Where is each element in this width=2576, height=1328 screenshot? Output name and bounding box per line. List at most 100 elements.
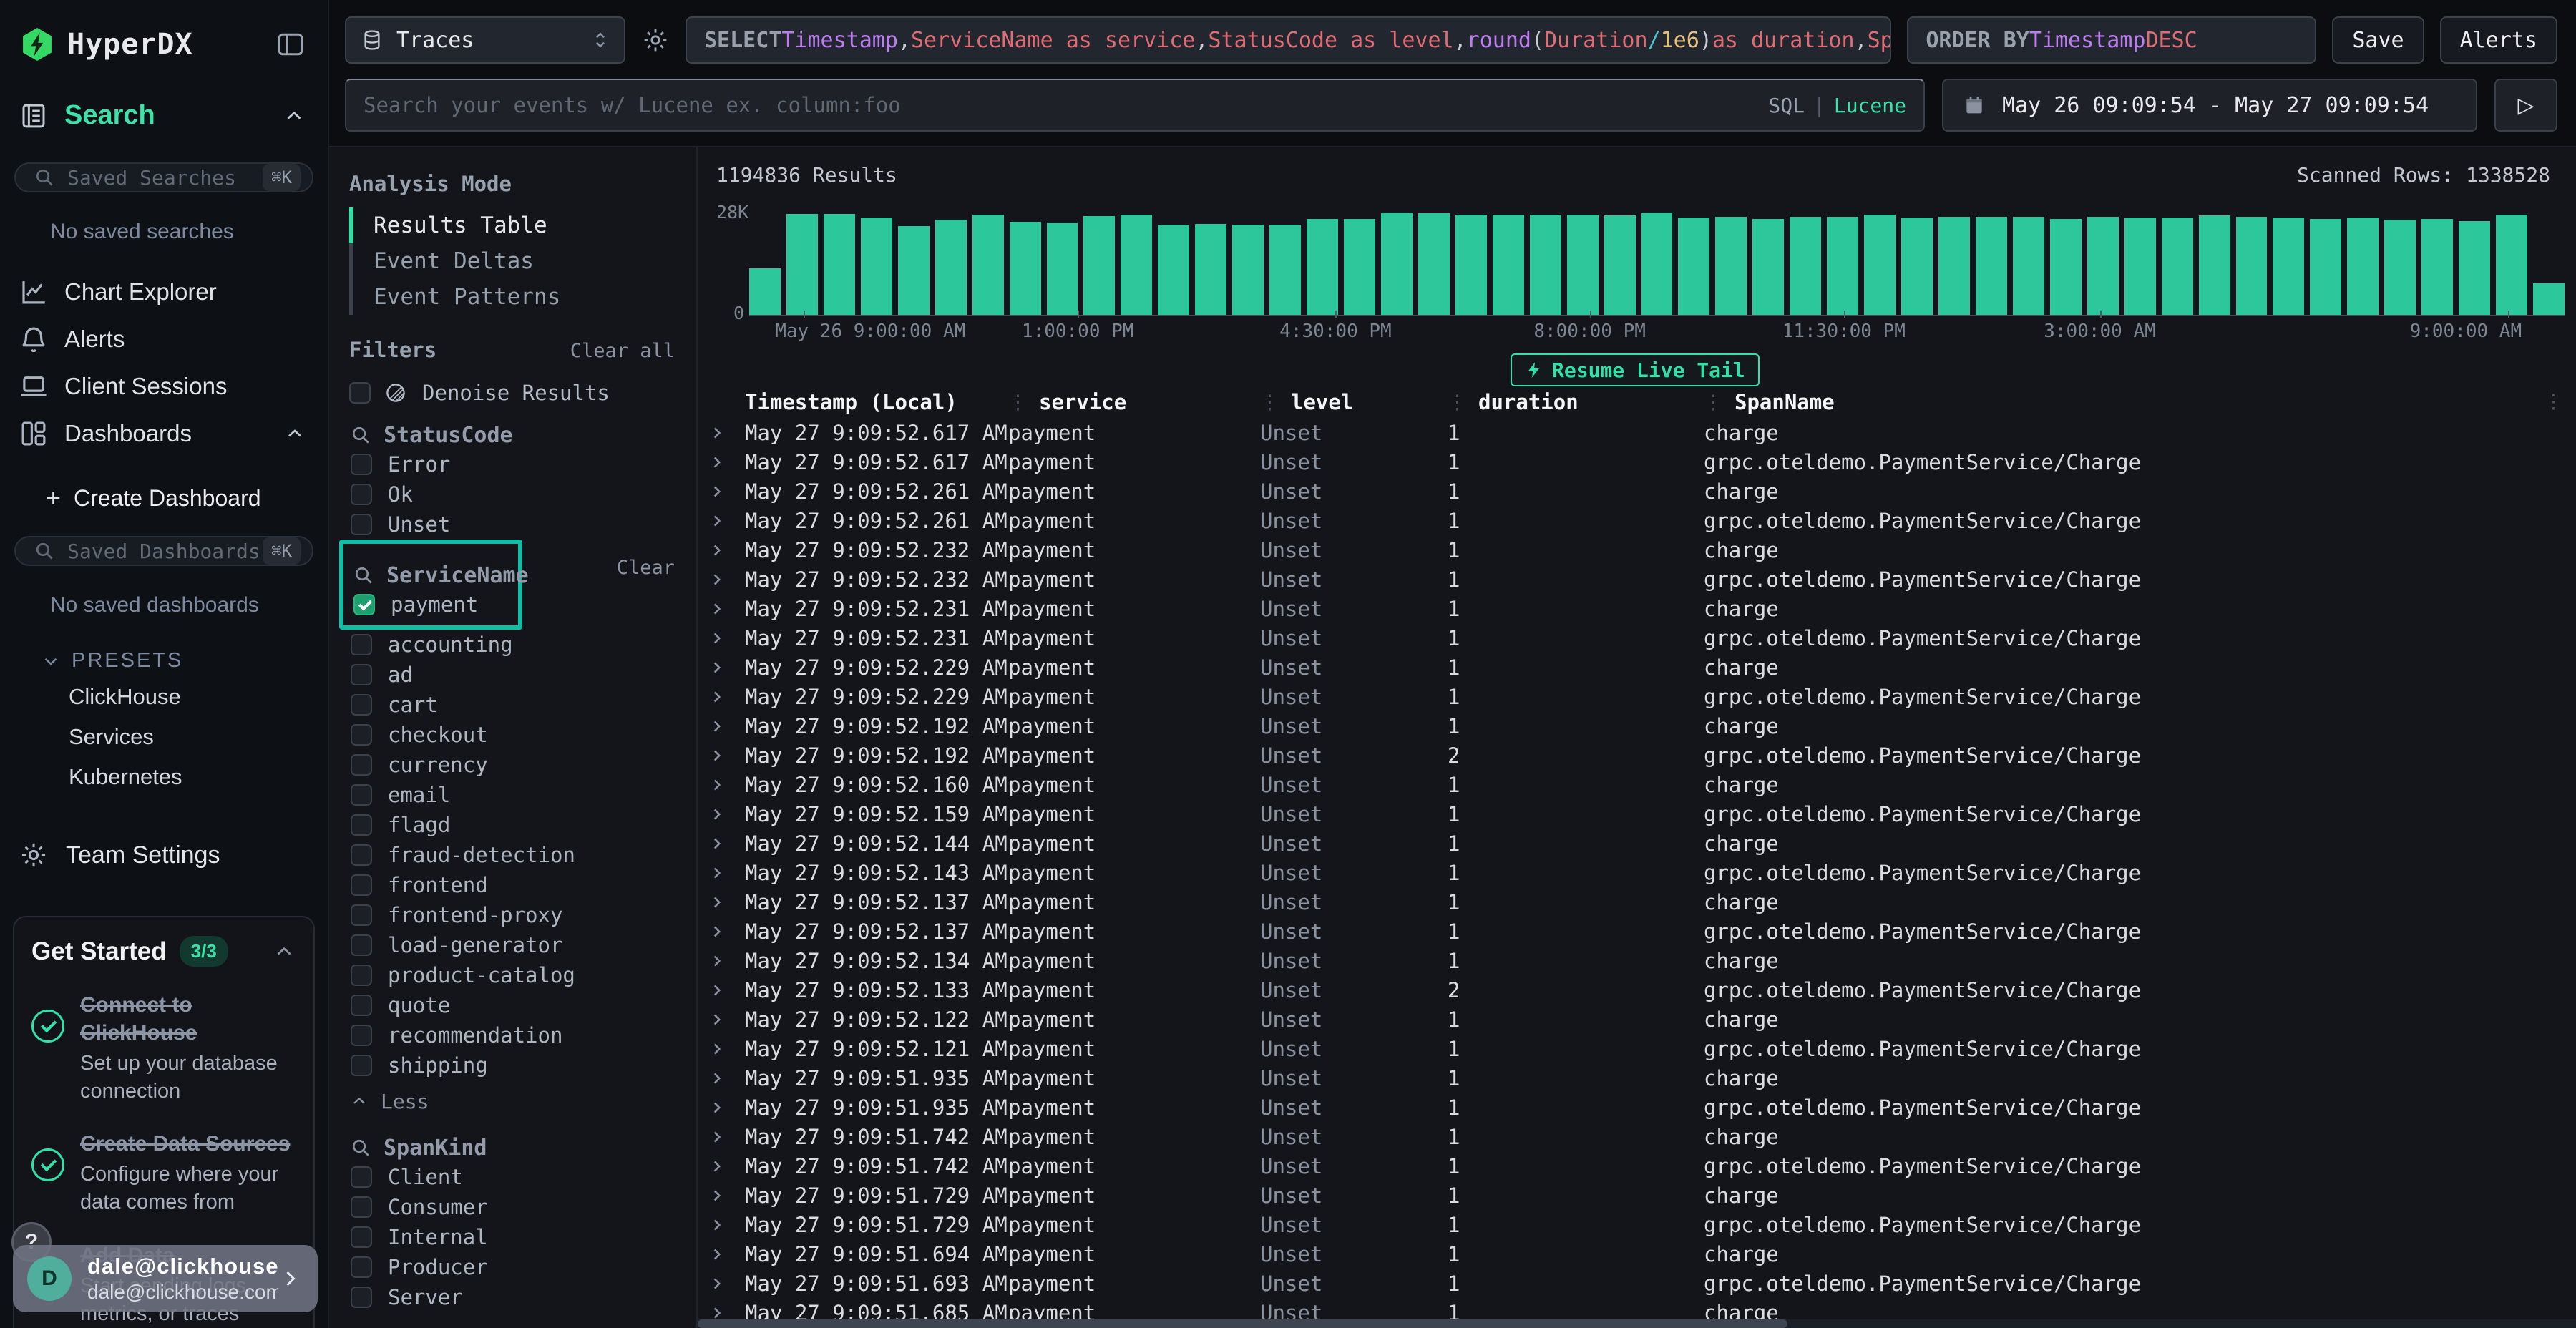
row-expand-chevron-icon[interactable] xyxy=(708,424,745,442)
presets-toggle[interactable]: PRESETS xyxy=(40,649,328,673)
filter-option-Server[interactable]: Server xyxy=(349,1282,675,1312)
column-header-timestamp-local-[interactable]: Timestamp (Local) xyxy=(745,390,1008,414)
chevron-up-icon[interactable] xyxy=(272,939,296,964)
table-row[interactable]: May 27 9:09:51.935 AM payment Unset 1 gr… xyxy=(698,1093,2576,1122)
row-expand-chevron-icon[interactable] xyxy=(708,482,745,501)
get-started-item[interactable]: Create Data Sources Configure where your… xyxy=(31,1130,296,1216)
preset-item-clickhouse[interactable]: ClickHouse xyxy=(69,684,328,713)
checkbox[interactable] xyxy=(351,1286,372,1308)
filter-option-frontend[interactable]: frontend xyxy=(349,870,675,900)
row-expand-chevron-icon[interactable] xyxy=(708,629,745,648)
row-expand-chevron-icon[interactable] xyxy=(708,1157,745,1176)
filter-option-fraud-detection[interactable]: fraud-detection xyxy=(349,840,675,870)
row-expand-chevron-icon[interactable] xyxy=(708,864,745,882)
checkbox[interactable] xyxy=(351,1166,372,1188)
table-row[interactable]: May 27 9:09:52.134 AM payment Unset 1 ch… xyxy=(698,946,2576,975)
checkbox[interactable] xyxy=(351,514,372,535)
save-button[interactable]: Save xyxy=(2332,16,2424,64)
checkbox[interactable] xyxy=(351,1025,372,1046)
filter-option-Error[interactable]: Error xyxy=(349,449,675,479)
filter-option-currency[interactable]: currency xyxy=(349,750,675,780)
sql-select-editor[interactable]: SELECT Timestamp, ServiceName as service… xyxy=(686,16,1891,64)
filter-option-email[interactable]: email xyxy=(349,780,675,810)
sidebar-item-search[interactable]: Search xyxy=(19,100,306,131)
column-header-spanname[interactable]: ⋮SpanName xyxy=(1704,390,2576,414)
row-expand-chevron-icon[interactable] xyxy=(708,1128,745,1146)
lucene-search-input[interactable]: Search your events w/ Lucene ex. column:… xyxy=(345,79,1925,132)
table-row[interactable]: May 27 9:09:51.694 AM payment Unset 1 ch… xyxy=(698,1239,2576,1269)
checkbox[interactable] xyxy=(351,1226,372,1248)
row-expand-chevron-icon[interactable] xyxy=(708,1069,745,1088)
table-row[interactable]: May 27 9:09:51.729 AM payment Unset 1 ch… xyxy=(698,1181,2576,1210)
column-header-service[interactable]: ⋮service xyxy=(1008,390,1260,414)
filter-option-Internal[interactable]: Internal xyxy=(349,1222,675,1252)
checkbox[interactable] xyxy=(351,844,372,866)
table-row[interactable]: May 27 9:09:52.159 AM payment Unset 1 gr… xyxy=(698,799,2576,829)
row-expand-chevron-icon[interactable] xyxy=(708,952,745,970)
table-row[interactable]: May 27 9:09:52.261 AM payment Unset 1 gr… xyxy=(698,506,2576,535)
row-expand-chevron-icon[interactable] xyxy=(708,512,745,530)
table-row[interactable]: May 27 9:09:52.192 AM payment Unset 1 ch… xyxy=(698,711,2576,741)
row-expand-chevron-icon[interactable] xyxy=(708,1010,745,1029)
sidebar-item-client-sessions[interactable]: Client Sessions xyxy=(0,363,328,410)
column-header-level[interactable]: ⋮level xyxy=(1260,390,1448,414)
table-row[interactable]: May 27 9:09:52.122 AM payment Unset 1 ch… xyxy=(698,1005,2576,1034)
show-less-toggle[interactable]: Less xyxy=(349,1085,675,1118)
filter-option-frontend-proxy[interactable]: frontend-proxy xyxy=(349,900,675,930)
table-row[interactable]: May 27 9:09:51.693 AM payment Unset 1 gr… xyxy=(698,1269,2576,1298)
row-expand-chevron-icon[interactable] xyxy=(708,834,745,853)
filter-option-quote[interactable]: quote xyxy=(349,990,675,1020)
checkbox[interactable] xyxy=(349,382,371,404)
checkbox[interactable] xyxy=(351,814,372,836)
clear-filter-button[interactable]: Clear xyxy=(617,557,675,579)
column-grip-icon[interactable]: ⋮ xyxy=(2544,386,2563,418)
checkbox[interactable] xyxy=(351,784,372,806)
row-expand-chevron-icon[interactable] xyxy=(708,776,745,794)
checkbox[interactable] xyxy=(351,904,372,926)
checkbox[interactable] xyxy=(351,484,372,505)
filter-option-Consumer[interactable]: Consumer xyxy=(349,1192,675,1222)
table-row[interactable]: May 27 9:09:52.231 AM payment Unset 1 gr… xyxy=(698,623,2576,653)
table-row[interactable]: May 27 9:09:52.137 AM payment Unset 1 ch… xyxy=(698,887,2576,917)
table-row[interactable]: May 27 9:09:52.144 AM payment Unset 1 ch… xyxy=(698,829,2576,858)
checkbox[interactable] xyxy=(353,594,375,615)
checkbox[interactable] xyxy=(351,634,372,655)
row-expand-chevron-icon[interactable] xyxy=(708,1216,745,1234)
checkbox[interactable] xyxy=(351,995,372,1016)
filter-option-recommendation[interactable]: recommendation xyxy=(349,1020,675,1050)
table-row[interactable]: May 27 9:09:52.232 AM payment Unset 1 gr… xyxy=(698,565,2576,594)
user-menu[interactable]: D dale@clickhouse.com dale@clickhouse.co… xyxy=(13,1245,318,1312)
run-query-button[interactable]: ▷ xyxy=(2494,79,2557,132)
row-expand-chevron-icon[interactable] xyxy=(708,1245,745,1264)
column-grip-icon[interactable]: ⋮ xyxy=(1704,391,1723,414)
table-row[interactable]: May 27 9:09:51.742 AM payment Unset 1 gr… xyxy=(698,1151,2576,1181)
filter-option-accounting[interactable]: accounting xyxy=(349,630,675,660)
column-grip-icon[interactable]: ⋮ xyxy=(1448,391,1467,414)
filter-option-Unset[interactable]: Unset xyxy=(349,509,675,540)
filter-option-shipping[interactable]: shipping xyxy=(349,1050,675,1080)
row-expand-chevron-icon[interactable] xyxy=(708,600,745,618)
row-expand-chevron-icon[interactable] xyxy=(708,746,745,765)
table-row[interactable]: May 27 9:09:52.133 AM payment Unset 2 gr… xyxy=(698,975,2576,1005)
filter-option-load-generator[interactable]: load-generator xyxy=(349,930,675,960)
checkbox[interactable] xyxy=(351,454,372,475)
table-row[interactable]: May 27 9:09:52.192 AM payment Unset 2 gr… xyxy=(698,741,2576,770)
get-started-item[interactable]: Connect to ClickHouse Set up your databa… xyxy=(31,991,296,1105)
checkbox[interactable] xyxy=(351,874,372,896)
filter-option-checkout[interactable]: checkout xyxy=(349,720,675,750)
checkbox[interactable] xyxy=(351,1256,372,1278)
row-expand-chevron-icon[interactable] xyxy=(708,717,745,736)
table-row[interactable]: May 27 9:09:51.935 AM payment Unset 1 ch… xyxy=(698,1063,2576,1093)
scrollbar-thumb[interactable] xyxy=(698,1319,1787,1328)
filter-option-product-catalog[interactable]: product-catalog xyxy=(349,960,675,990)
filter-option-flagd[interactable]: flagd xyxy=(349,810,675,840)
denoise-results-checkbox[interactable]: Denoise Results xyxy=(349,381,675,405)
row-expand-chevron-icon[interactable] xyxy=(708,805,745,824)
checkbox[interactable] xyxy=(351,934,372,956)
column-grip-icon[interactable]: ⋮ xyxy=(1260,391,1279,414)
table-row[interactable]: May 27 9:09:52.137 AM payment Unset 1 gr… xyxy=(698,917,2576,946)
analysis-mode-event-patterns[interactable]: Event Patterns xyxy=(353,279,675,315)
preset-item-services[interactable]: Services xyxy=(69,724,328,753)
table-row[interactable]: May 27 9:09:52.617 AM payment Unset 1 gr… xyxy=(698,447,2576,477)
filter-option-payment[interactable]: payment xyxy=(352,590,518,620)
